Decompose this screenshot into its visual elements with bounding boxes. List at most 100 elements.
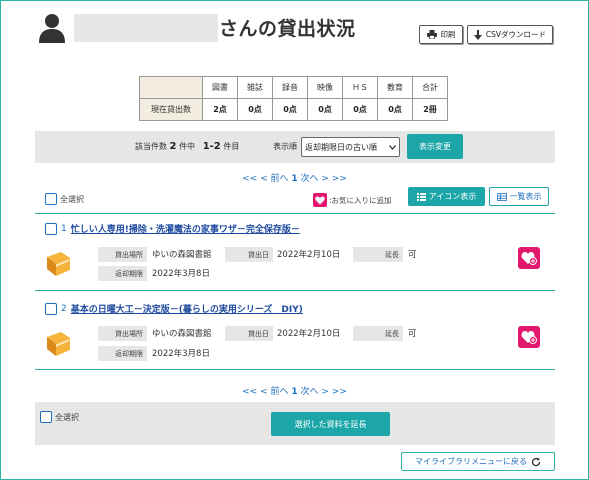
sort-label: 表示順 <box>273 142 297 151</box>
book-icon <box>47 332 70 356</box>
add-favorite-button[interactable] <box>518 247 540 269</box>
summary-value: 0点 <box>237 98 273 121</box>
item-checkbox[interactable] <box>45 302 57 315</box>
extend-label: 延長 <box>353 326 403 341</box>
summary-value: 0点 <box>342 98 378 121</box>
count-total: 2 <box>169 141 177 152</box>
page-title: さんの貸出状況 <box>219 18 356 40</box>
place-label: 貸出場所 <box>98 326 147 341</box>
list-bullets-icon <box>416 192 426 201</box>
heart-plus-icon <box>521 252 537 265</box>
divider <box>35 369 555 370</box>
pager-prev-link[interactable]: < 前へ <box>260 174 288 184</box>
heart-plus-icon <box>521 331 537 344</box>
pager-next-link[interactable]: 次へ > <box>301 387 329 397</box>
summary-header-row: 図書 雑誌 録音 映像 ＨＳ 教育 合計 <box>139 76 448 99</box>
pager-current: 1 <box>291 387 298 397</box>
result-count: 該当件数 2 件中 1-2 件目 <box>135 141 239 152</box>
summary-value: 0点 <box>272 98 308 121</box>
summary-col-header: 教育 <box>377 76 413 99</box>
download-icon <box>473 29 482 40</box>
loan-summary-table: 図書 雑誌 録音 映像 ＨＳ 教育 合計 現在貸出数 2点 0点 0点 0点 0… <box>139 76 448 121</box>
divider <box>35 213 555 214</box>
pagination-bottom: << < 前へ 1 次へ > >> <box>0 384 589 397</box>
place-value: ゆいの森図書館 <box>152 250 212 260</box>
csv-download-button[interactable]: CSVダウンロード <box>467 25 553 44</box>
pager-current: 1 <box>291 174 298 184</box>
extend-value: 可 <box>408 329 417 339</box>
divider <box>35 290 555 291</box>
list-view-button[interactable]: 一覧表示 <box>489 187 549 206</box>
pager-last-link[interactable]: >> <box>332 387 347 397</box>
summary-value: 2冊 <box>412 98 448 121</box>
place-value: ゆいの森図書館 <box>152 329 212 339</box>
user-name-redacted <box>74 14 218 42</box>
apply-display-button[interactable]: 表示変更 <box>407 134 463 159</box>
item-title-link[interactable]: 忙しい人専用!掃除・洗濯魔法の家事ワザ－完全保存版－ <box>71 222 300 235</box>
back-to-menu-button[interactable]: マイライブラリメニューに戻る <box>401 452 555 471</box>
item-title-row: 2 基本の日曜大工－決定版－(暮らしの実用シリーズ DIY) <box>45 302 303 315</box>
sort-selected-value: 返却期限日の古い順 <box>305 142 377 152</box>
count-range: 1-2 <box>202 141 221 152</box>
select-all-bottom[interactable]: 全選択 <box>40 411 79 423</box>
select-all-checkbox[interactable] <box>45 193 57 205</box>
pager-next-link[interactable]: 次へ > <box>301 174 329 184</box>
summary-col-header: 録音 <box>272 76 308 99</box>
item-title-link[interactable]: 基本の日曜大工－決定版－(暮らしの実用シリーズ DIY) <box>71 302 303 315</box>
favorite-legend: :お気に入りに追加 <box>313 193 392 207</box>
summary-col-header: 図書 <box>202 76 238 99</box>
book-icon <box>47 252 70 276</box>
bottom-action-bar: 全選択 選択した資料を延長 <box>35 402 555 445</box>
pagination-top: << < 前へ 1 次へ > >> <box>0 171 589 184</box>
add-favorite-button[interactable] <box>518 326 540 348</box>
user-icon <box>39 14 65 43</box>
item-number: 1 <box>61 223 67 234</box>
heart-plus-icon <box>313 193 327 207</box>
summary-row-label: 現在貸出数 <box>139 98 203 121</box>
sort-order-select[interactable]: 返却期限日の古い順 <box>301 137 400 157</box>
summary-value-row: 現在貸出数 2点 0点 0点 0点 0点 0点 2冊 <box>139 98 448 121</box>
summary-col-header: 映像 <box>307 76 343 99</box>
summary-value: 0点 <box>307 98 343 121</box>
due-label: 返却期限 <box>98 266 147 281</box>
favorite-legend-text: :お気に入りに追加 <box>329 195 392 205</box>
pager-first-link[interactable]: << <box>242 174 257 184</box>
summary-col-header: 雑誌 <box>237 76 273 99</box>
select-all-label: 全選択 <box>60 194 84 204</box>
pager-first-link[interactable]: << <box>242 387 257 397</box>
loan-date-label: 貸出日 <box>225 247 273 262</box>
back-to-menu-label: マイライブラリメニューに戻る <box>415 457 527 466</box>
summary-value: 2点 <box>202 98 238 121</box>
pager-last-link[interactable]: >> <box>332 174 347 184</box>
print-button[interactable]: 印刷 <box>419 25 463 44</box>
chevron-down-icon <box>389 144 396 150</box>
print-label: 印刷 <box>440 30 456 39</box>
count-mid: 件中 <box>179 142 196 151</box>
table-grid-icon <box>496 192 507 201</box>
extend-label: 延長 <box>353 247 403 262</box>
list-view-label: 一覧表示 <box>509 192 542 201</box>
extend-value: 可 <box>408 250 417 260</box>
item-checkbox[interactable] <box>45 222 57 235</box>
item-number: 2 <box>61 303 67 314</box>
select-all-top[interactable]: 全選択 <box>45 193 84 205</box>
icon-view-button[interactable]: アイコン表示 <box>408 187 485 206</box>
pager-prev-link[interactable]: < 前へ <box>260 387 288 397</box>
loan-date-label: 貸出日 <box>225 326 273 341</box>
extend-selected-button[interactable]: 選択した資料を延長 <box>271 412 390 436</box>
select-all-checkbox[interactable] <box>40 411 52 423</box>
summary-corner <box>139 76 203 99</box>
due-label: 返却期限 <box>98 346 147 361</box>
refresh-icon <box>531 457 541 466</box>
summary-value: 0点 <box>377 98 413 121</box>
loan-date-value: 2022年2月10日 <box>277 329 341 339</box>
summary-col-header: 合計 <box>412 76 448 99</box>
summary-col-header: ＨＳ <box>342 76 378 99</box>
loan-date-value: 2022年2月10日 <box>277 250 341 260</box>
due-value: 2022年3月8日 <box>152 349 210 359</box>
icon-view-label: アイコン表示 <box>428 192 477 201</box>
csv-label: CSVダウンロード <box>485 30 547 39</box>
select-all-label: 全選択 <box>55 412 79 422</box>
item-title-row: 1 忙しい人専用!掃除・洗濯魔法の家事ワザ－完全保存版－ <box>45 222 300 235</box>
printer-icon <box>426 30 437 39</box>
